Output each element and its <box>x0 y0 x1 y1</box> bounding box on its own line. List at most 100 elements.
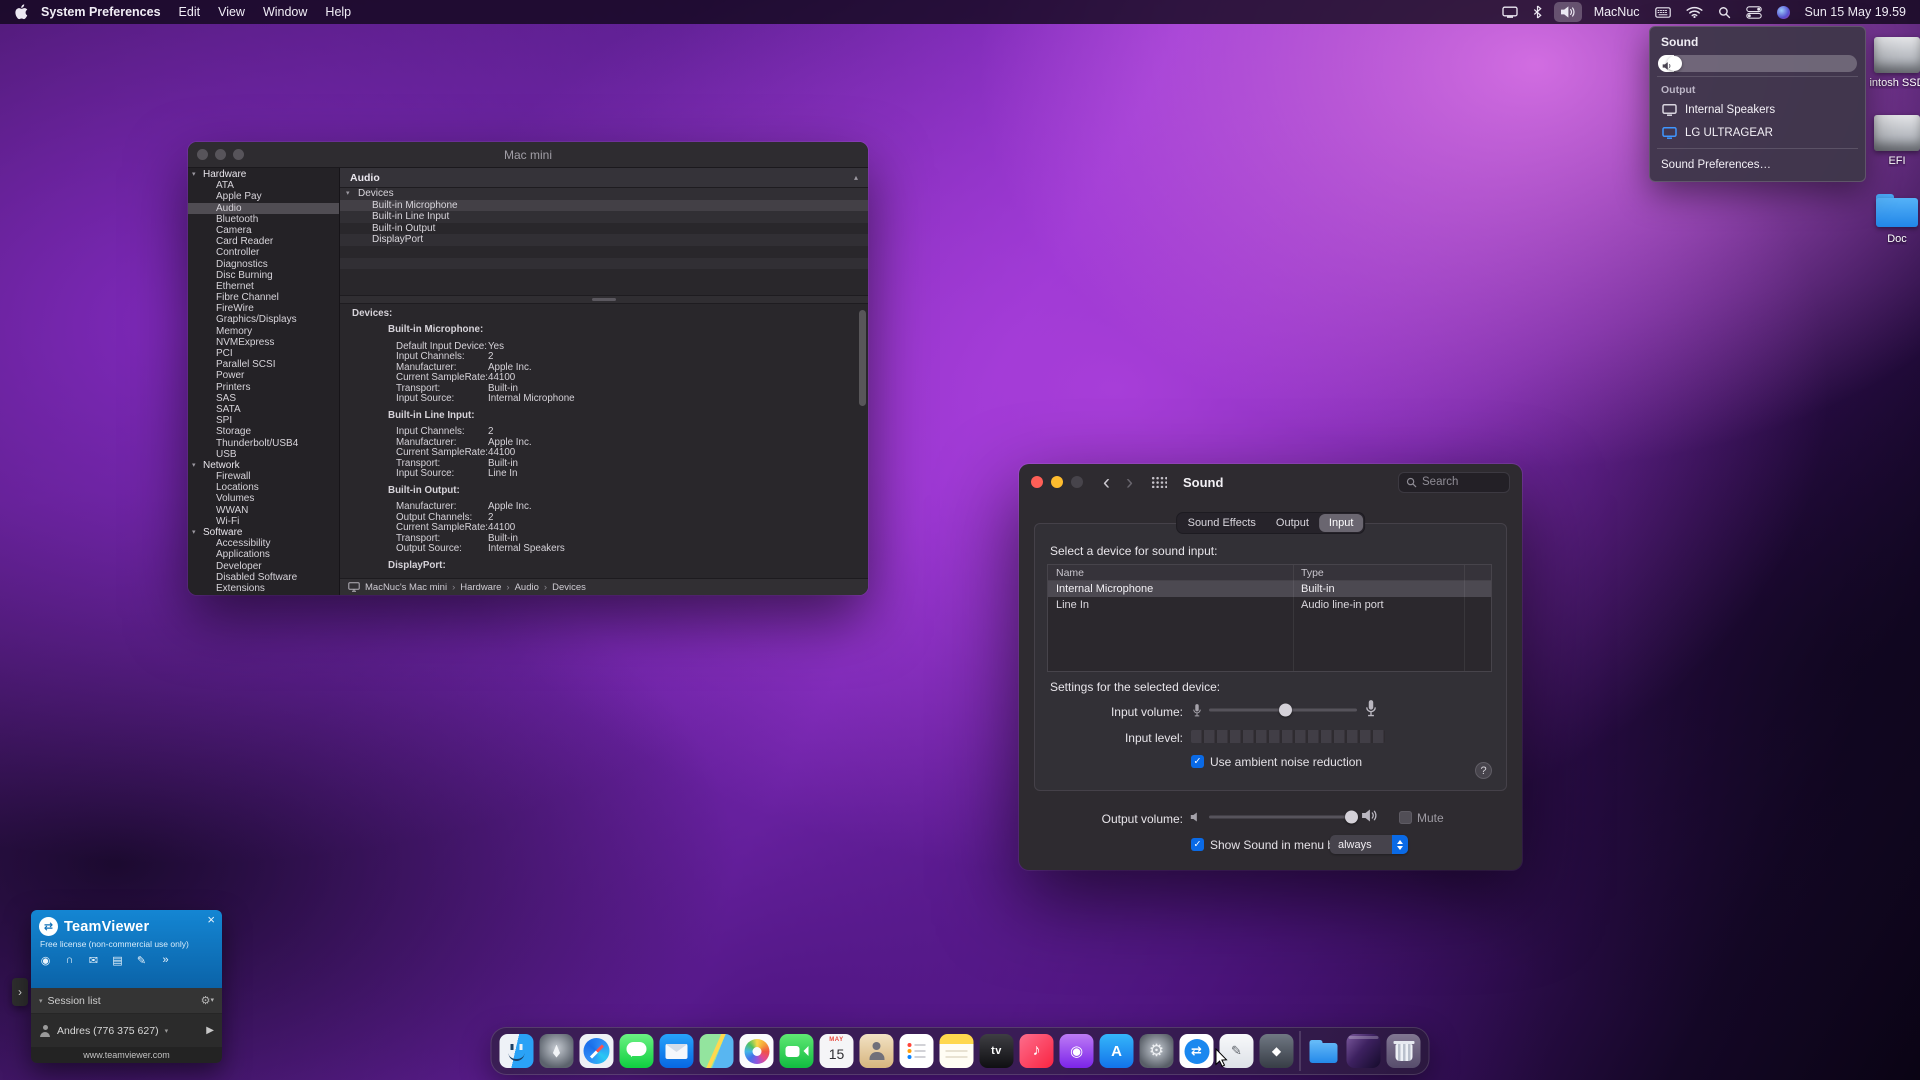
settings-gear-icon[interactable]: ⚙▾ <box>201 994 214 1007</box>
volume-slider[interactable] <box>1658 55 1857 72</box>
teamviewer-collapse-tab[interactable]: › <box>12 978 28 1006</box>
sidebar-item[interactable]: Network <box>188 460 339 471</box>
sidebar-item[interactable]: SATA <box>188 404 339 415</box>
breadcrumb-item[interactable]: Audio <box>501 582 538 593</box>
sidebar-item[interactable]: Controller <box>188 247 339 258</box>
chat-icon[interactable]: ✉ <box>87 954 100 967</box>
file-transfer-icon[interactable]: ▤ <box>111 954 124 967</box>
sidebar-item[interactable]: Accessibility <box>188 538 339 549</box>
mail-icon[interactable] <box>660 1034 694 1068</box>
sidebar-item[interactable]: Applications <box>188 549 339 560</box>
zoom-button[interactable] <box>1071 476 1083 488</box>
teamviewer-website-link[interactable]: www.teamviewer.com <box>31 1047 222 1063</box>
forward-button[interactable]: › <box>1126 472 1133 493</box>
wifi-icon[interactable] <box>1686 6 1703 18</box>
sidebar-item[interactable]: SPI <box>188 415 339 426</box>
menu-help[interactable]: Help <box>316 5 360 19</box>
device-tree-row[interactable] <box>340 258 868 270</box>
menu-edit[interactable]: Edit <box>170 5 210 19</box>
collapse-chevron-icon[interactable]: ▴ <box>854 173 858 182</box>
pane-splitter[interactable] <box>340 295 868 304</box>
output-lg-ultragear[interactable]: LG ULTRAGEAR <box>1655 121 1860 144</box>
headset-icon[interactable]: ∩ <box>63 954 76 967</box>
keyboard-icon[interactable] <box>1655 7 1671 18</box>
sidebar-item[interactable]: Graphics/Displays <box>188 314 339 325</box>
slider-thumb[interactable] <box>1279 704 1292 717</box>
show-sound-menu-bar-checkbox[interactable] <box>1191 838 1204 851</box>
sidebar-item[interactable]: Audio <box>188 203 339 214</box>
window-titlebar[interactable]: ‹ › Sound Search <box>1019 464 1522 500</box>
close-button[interactable] <box>1031 476 1043 488</box>
launchpad-icon[interactable] <box>540 1034 574 1068</box>
output-internal-speakers[interactable]: Internal Speakers <box>1655 98 1860 121</box>
whiteboard-icon[interactable]: ✎ <box>135 954 148 967</box>
sidebar-item[interactable]: Power <box>188 370 339 381</box>
notes-icon[interactable] <box>940 1034 974 1068</box>
teamviewer-icon[interactable]: ⇄ <box>1180 1034 1214 1068</box>
minimize-button[interactable] <box>1051 476 1063 488</box>
siri-icon[interactable] <box>1777 6 1790 19</box>
sidebar-item[interactable]: NVMExpress <box>188 337 339 348</box>
sidebar-item[interactable]: SAS <box>188 393 339 404</box>
show-all-grid-icon[interactable] <box>1151 476 1167 488</box>
device-row-line-in[interactable]: Line InAudio line-in port <box>1048 597 1491 613</box>
sidebar-item[interactable]: Bluetooth <box>188 214 339 225</box>
safari-icon[interactable] <box>580 1034 614 1068</box>
sidebar-item[interactable]: Wi-Fi <box>188 516 339 527</box>
sidebar-item[interactable]: Volumes <box>188 493 339 504</box>
device-row-internal-microphone[interactable]: Internal MicrophoneBuilt-in <box>1048 581 1491 597</box>
podcasts-icon[interactable]: ◉ <box>1060 1034 1094 1068</box>
sidebar-item[interactable]: Software <box>188 527 339 538</box>
sidebar-item[interactable]: USB <box>188 449 339 460</box>
menu-bar-clock[interactable]: Sun 15 May 19.59 <box>1805 5 1906 19</box>
input-volume-slider[interactable] <box>1209 702 1357 718</box>
sidebar-item[interactable]: Disabled Software <box>188 572 339 583</box>
scrollbar-thumb[interactable] <box>859 310 866 406</box>
sidebar-item[interactable]: Disc Burning <box>188 270 339 281</box>
sidebar-item[interactable]: Diagnostics <box>188 259 339 270</box>
sidebar-item[interactable]: Locations <box>188 482 339 493</box>
device-tree-row[interactable] <box>340 269 868 281</box>
spotlight-icon[interactable] <box>1718 6 1731 19</box>
sidebar-item[interactable]: Developer <box>188 561 339 572</box>
traffic-light-buttons[interactable] <box>1031 476 1091 488</box>
breadcrumb-item[interactable]: MacNuc's Mac mini <box>365 582 447 593</box>
device-tree-row[interactable]: Built-in Output <box>340 223 868 235</box>
minimized-window-thumbnail[interactable] <box>1347 1034 1381 1068</box>
volume-icon[interactable] <box>1554 2 1582 22</box>
maps-icon[interactable] <box>700 1034 734 1068</box>
tab-sound-effects[interactable]: Sound Effects <box>1178 514 1266 532</box>
slider-thumb[interactable] <box>1345 811 1358 824</box>
menu-system-preferences[interactable]: System Preferences <box>32 5 170 19</box>
mute-checkbox[interactable] <box>1399 811 1412 824</box>
facetime-icon[interactable] <box>780 1034 814 1068</box>
desktop-icon-macintosh-ssd[interactable]: intosh SSD <box>1858 37 1920 89</box>
audio-section-header[interactable]: Audio ▴ <box>340 168 868 188</box>
sidebar-item[interactable]: FireWire <box>188 303 339 314</box>
apple-menu-icon[interactable] <box>14 4 28 20</box>
contacts-icon[interactable] <box>860 1034 894 1068</box>
menu-window[interactable]: Window <box>254 5 316 19</box>
sidebar-item[interactable]: Firewall <box>188 471 339 482</box>
device-tree-row[interactable]: Built-in Microphone <box>340 200 868 212</box>
search-input[interactable]: Search <box>1398 472 1510 493</box>
menu-extra-macnuc[interactable]: MacNuc <box>1594 5 1640 19</box>
sidebar-item[interactable]: Ethernet <box>188 281 339 292</box>
music-icon[interactable]: ♪ <box>1020 1034 1054 1068</box>
tv-icon[interactable]: tv <box>980 1034 1014 1068</box>
finder-icon[interactable] <box>500 1034 534 1068</box>
photos-icon[interactable] <box>740 1034 774 1068</box>
sidebar-item[interactable]: WWAN <box>188 505 339 516</box>
session-list-header[interactable]: ▾ Session list ⚙▾ <box>31 988 222 1014</box>
control-center-icon[interactable] <box>1746 6 1762 19</box>
calendar-icon[interactable]: MAY 15 <box>820 1034 854 1068</box>
connect-arrow-icon[interactable]: ▶ <box>206 1025 214 1036</box>
device-tree-row[interactable]: Devices <box>340 188 868 200</box>
sidebar-item[interactable]: Extensions <box>188 583 339 594</box>
screen-mirroring-icon[interactable] <box>1502 6 1518 18</box>
downloads-folder-icon[interactable] <box>1307 1034 1341 1068</box>
device-tree-row[interactable] <box>340 246 868 258</box>
sidebar-item[interactable]: Fibre Channel <box>188 292 339 303</box>
desktop-icon-efi[interactable]: EFI <box>1858 115 1920 167</box>
output-volume-slider[interactable] <box>1209 809 1357 825</box>
